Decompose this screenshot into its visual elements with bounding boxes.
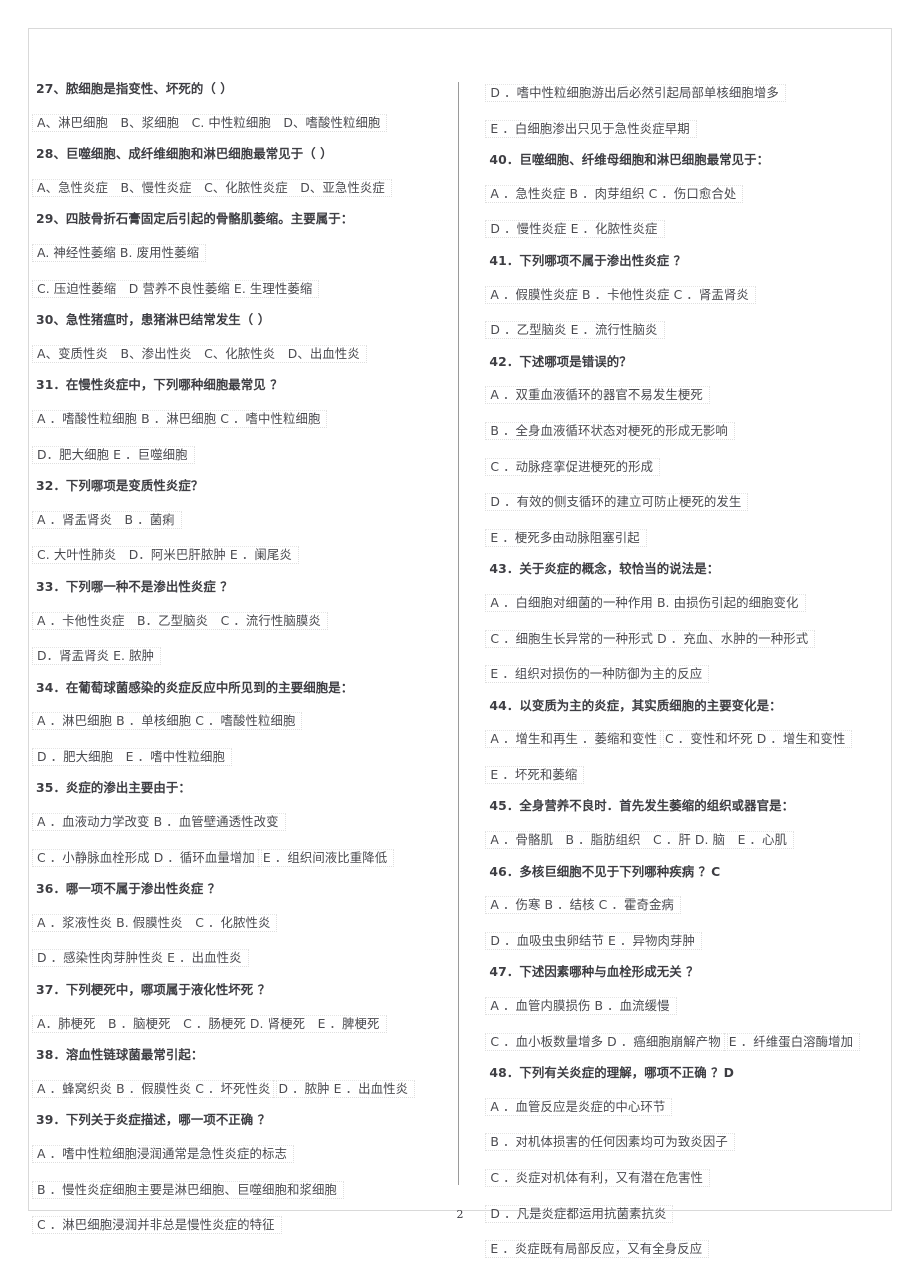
answer-option-row: A．肺梗死 B ．脑梗死 C ．肠梗死 D. 肾梗死 E ．脾梗死 <box>32 1014 387 1033</box>
question-stem: 36．哪一项不属于渗出性炎症 ？ <box>36 881 221 897</box>
question-stem: 28、巨噬细胞、成纤维细胞和淋巴细胞最常见于（ ） <box>36 146 333 162</box>
answer-option-row: C ．小静脉血栓形成 D ．循环血量增加 <box>32 848 262 867</box>
exam-paper-page: 27、脓细胞是指变性、坏死的（ ） A、淋巴细胞 B、浆细胞 C. 中性粒细胞 D… <box>0 0 920 1269</box>
answer-option-row: C ．炎症对机体有利，又有潜在危害性 <box>485 1169 711 1187</box>
answer-option-row: E ．纤维蛋白溶酶增加 <box>723 1032 861 1051</box>
answer-option-row: D ．脓肿 E ．出血性炎 <box>273 1079 416 1098</box>
answer-option-row: D ．感染性肉芽肿性炎 E ．出血性炎 <box>32 949 249 968</box>
answer-option-row: E ．组织间液比重降低 <box>257 848 395 867</box>
answer-option-row: A ．急性炎症 B ．肉芽组织 C ．伤口愈合处 <box>485 184 744 203</box>
answer-option-row: E ．组织对损伤的一种防御为主的反应 <box>485 665 710 684</box>
right-column: D ．嗜中性粒细胞游出后必然引起局部单核细胞增多 E ．白细胞渗出只见于急性炎症早… <box>473 82 892 1259</box>
question-stem: 41．下列哪项不属于渗出性炎症 ？ <box>489 252 687 268</box>
answer-option-row: A ．骨骼肌 B ．脂肪组织 C ．肝 D. 脑 E ．心肌 <box>485 831 795 850</box>
answer-option-row: D ．有效的侧支循环的建立可防止梗死的发生 <box>485 493 749 512</box>
question-stem: 43．关于炎症的概念，较恰当的说法是： <box>489 561 720 577</box>
answer-option-row: A ．卡他性炎症 B．乙型脑炎 C ．流行性脑膜炎 <box>32 611 328 630</box>
answer-option-row: B ．对机体损害的任何因素均可为致炎因子 <box>485 1133 735 1152</box>
answer-option-row: B ．全身血液循环状态对梗死的形成无影响 <box>485 421 735 440</box>
answer-option-row: D ．慢性炎症 E ．化脓性炎症 <box>485 220 665 239</box>
question-stem: 44．以变质为主的炎症，其实质细胞的主要变化是： <box>489 697 782 713</box>
question-stem: 39．下列关于炎症描述，哪一项不正确 ？ <box>36 1112 271 1128</box>
answer-option-row: A ．肾盂肾炎 B ．菌痢 <box>32 510 182 529</box>
answer-option-row: C ．细胞生长异常的一种形式 D ．充血、水肿的一种形式 <box>485 629 816 648</box>
answer-option-row: D ．血吸虫虫卵结节 E ．异物肉芽肿 <box>485 931 702 950</box>
question-stem: 47．下述因素哪种与血栓形成无关 ？ <box>489 964 699 980</box>
question-stem: 27、脓细胞是指变性、坏死的（ ） <box>36 81 233 96</box>
question-stem: 33．下列哪一种不是渗出性炎症 ？ <box>36 578 233 594</box>
question-stem: 34．在葡萄球菌感染的炎症反应中所见到的主要细胞是： <box>36 679 354 695</box>
answer-option-row: A ．伤寒 B ．结核 C ．霍奇金病 <box>485 896 681 915</box>
answer-option-row: A、淋巴细胞 B、浆细胞 C. 中性粒细胞 D、嗜酸性粒细胞 <box>32 113 388 132</box>
page-number: 2 <box>456 1208 464 1221</box>
answer-option-row: A、急性炎症 B、慢性炎症 C、化脓性炎症 D、亚急性炎症 <box>32 178 392 197</box>
answer-option-row: A ．血管内膜损伤 B ．血流缓慢 <box>485 997 677 1016</box>
question-stem: 30、急性猪瘟时，患猪淋巴结常发生（ ） <box>36 312 271 328</box>
question-stem: 37．下列梗死中，哪项属于液化性坏死 ？ <box>36 982 271 998</box>
answer-option-row: A ．嗜中性粒细胞浸润通常是急性炎症的标志 <box>32 1145 294 1163</box>
answer-option-row: A、变质性炎 B、渗出性炎 C、化脓性炎 D、出血性炎 <box>32 344 367 363</box>
question-stem: 42．下述哪项是错误的？ <box>489 353 632 369</box>
answer-option-row: A ．嗜酸性粒细胞 B ．淋巴细胞 C ．嗜中性粒细胞 <box>32 409 328 428</box>
answer-option-row: A ．血液动力学改变 B ．血管壁通透性改变 <box>32 813 286 832</box>
answer-option-row: A ．浆液性炎 B. 假膜性炎 C ．化脓性炎 <box>32 913 278 932</box>
answer-option-row: D．肾盂肾炎 E. 脓肿 <box>32 647 162 666</box>
answer-option-row: A ．白细胞对细菌的一种作用 B. 由损伤引起的细胞变化 <box>485 593 806 612</box>
question-stem: 35．炎症的渗出主要由于： <box>36 780 191 796</box>
answer-option-row: B ．慢性炎症细胞主要是淋巴细胞、巨噬细胞和浆细胞 <box>32 1180 344 1199</box>
left-column: 27、脓细胞是指变性、坏死的（ ） A、淋巴细胞 B、浆细胞 C. 中性粒细胞 D… <box>28 81 446 1235</box>
answer-option-row: C. 压迫性萎缩 D 营养不良性萎缩 E. 生理性萎缩 <box>32 279 320 298</box>
answer-option-row: E ．梗死多由动脉阻塞引起 <box>485 528 647 547</box>
answer-option-row: E ．炎症既有局部反应，又有全身反应 <box>485 1240 710 1259</box>
two-column-body: 27、脓细胞是指变性、坏死的（ ） A、淋巴细胞 B、浆细胞 C. 中性粒细胞 D… <box>28 81 892 1259</box>
answer-option-row: A ．双重血液循环的器官不易发生梗死 <box>485 386 710 405</box>
question-stem: 48．下列有关炎症的理解，哪项不正确 ？D <box>489 1065 734 1081</box>
question-stem: 38．溶血性链球菌最常引起： <box>36 1047 204 1063</box>
answer-option-row: C ．动脉痉挛促进梗死的形成 <box>485 457 661 476</box>
answer-option-row: A ．增生和再生 ．萎缩和变性 <box>485 730 664 749</box>
question-stem: 31．在慢性炎症中，下列哪种细胞最常见 ？ <box>36 377 283 393</box>
column-divider <box>458 82 460 1185</box>
answer-option-row: D．肥大细胞 E ．巨噬细胞 <box>32 445 195 464</box>
question-stem: 40．巨噬细胞、纤维母细胞和淋巴细胞最常见于： <box>489 152 770 168</box>
question-stem: 45．全身营养不良时．首先发生萎缩的组织或器官是： <box>489 798 795 814</box>
answer-option-row: C ．变性和坏死 D ．增生和变性 <box>659 730 853 749</box>
answer-option-row: E ．白细胞渗出只见于急性炎症早期 <box>485 119 697 138</box>
answer-option-row: A. 神经性萎缩 B. 废用性萎缩 <box>32 243 207 262</box>
answer-option-row: A ．假膜性炎症 B ．卡他性炎症 C ．肾盂肾炎 <box>485 285 756 304</box>
answer-option-row: D ．乙型脑炎 E ．流行性脑炎 <box>485 321 665 340</box>
answer-option-row: A ．血管反应是炎症的中心环节 <box>485 1097 673 1116</box>
answer-option-row: C ．血小板数量增多 D ．癌细胞崩解产物 <box>485 1032 728 1051</box>
answer-option-row: A ．淋巴细胞 B ．单核细胞 C ．嗜酸性粒细胞 <box>32 712 303 731</box>
question-stem: 29、四肢骨折石膏固定后引起的骨骼肌萎缩。主要属于： <box>36 211 354 227</box>
question-stem: 46．多核巨细胞不见于下列哪种疾病 ？C <box>489 863 721 879</box>
question-stem: 32．下列哪项是变质性炎症？ <box>36 478 204 494</box>
answer-option-row: A ．蜂窝织炎 B ．假膜性炎 C ．坏死性炎 <box>32 1079 278 1098</box>
answer-option-row: D ．嗜中性粒细胞游出后必然引起局部单核细胞增多 <box>485 84 786 102</box>
answer-option-row: C. 大叶性肺炎 D．阿米巴肝脓肿 E ．阑尾炎 <box>32 546 299 565</box>
answer-option-row: E ．坏死和萎缩 <box>485 765 585 784</box>
answer-option-row: D ．肥大细胞 E ．嗜中性粒细胞 <box>32 747 233 766</box>
